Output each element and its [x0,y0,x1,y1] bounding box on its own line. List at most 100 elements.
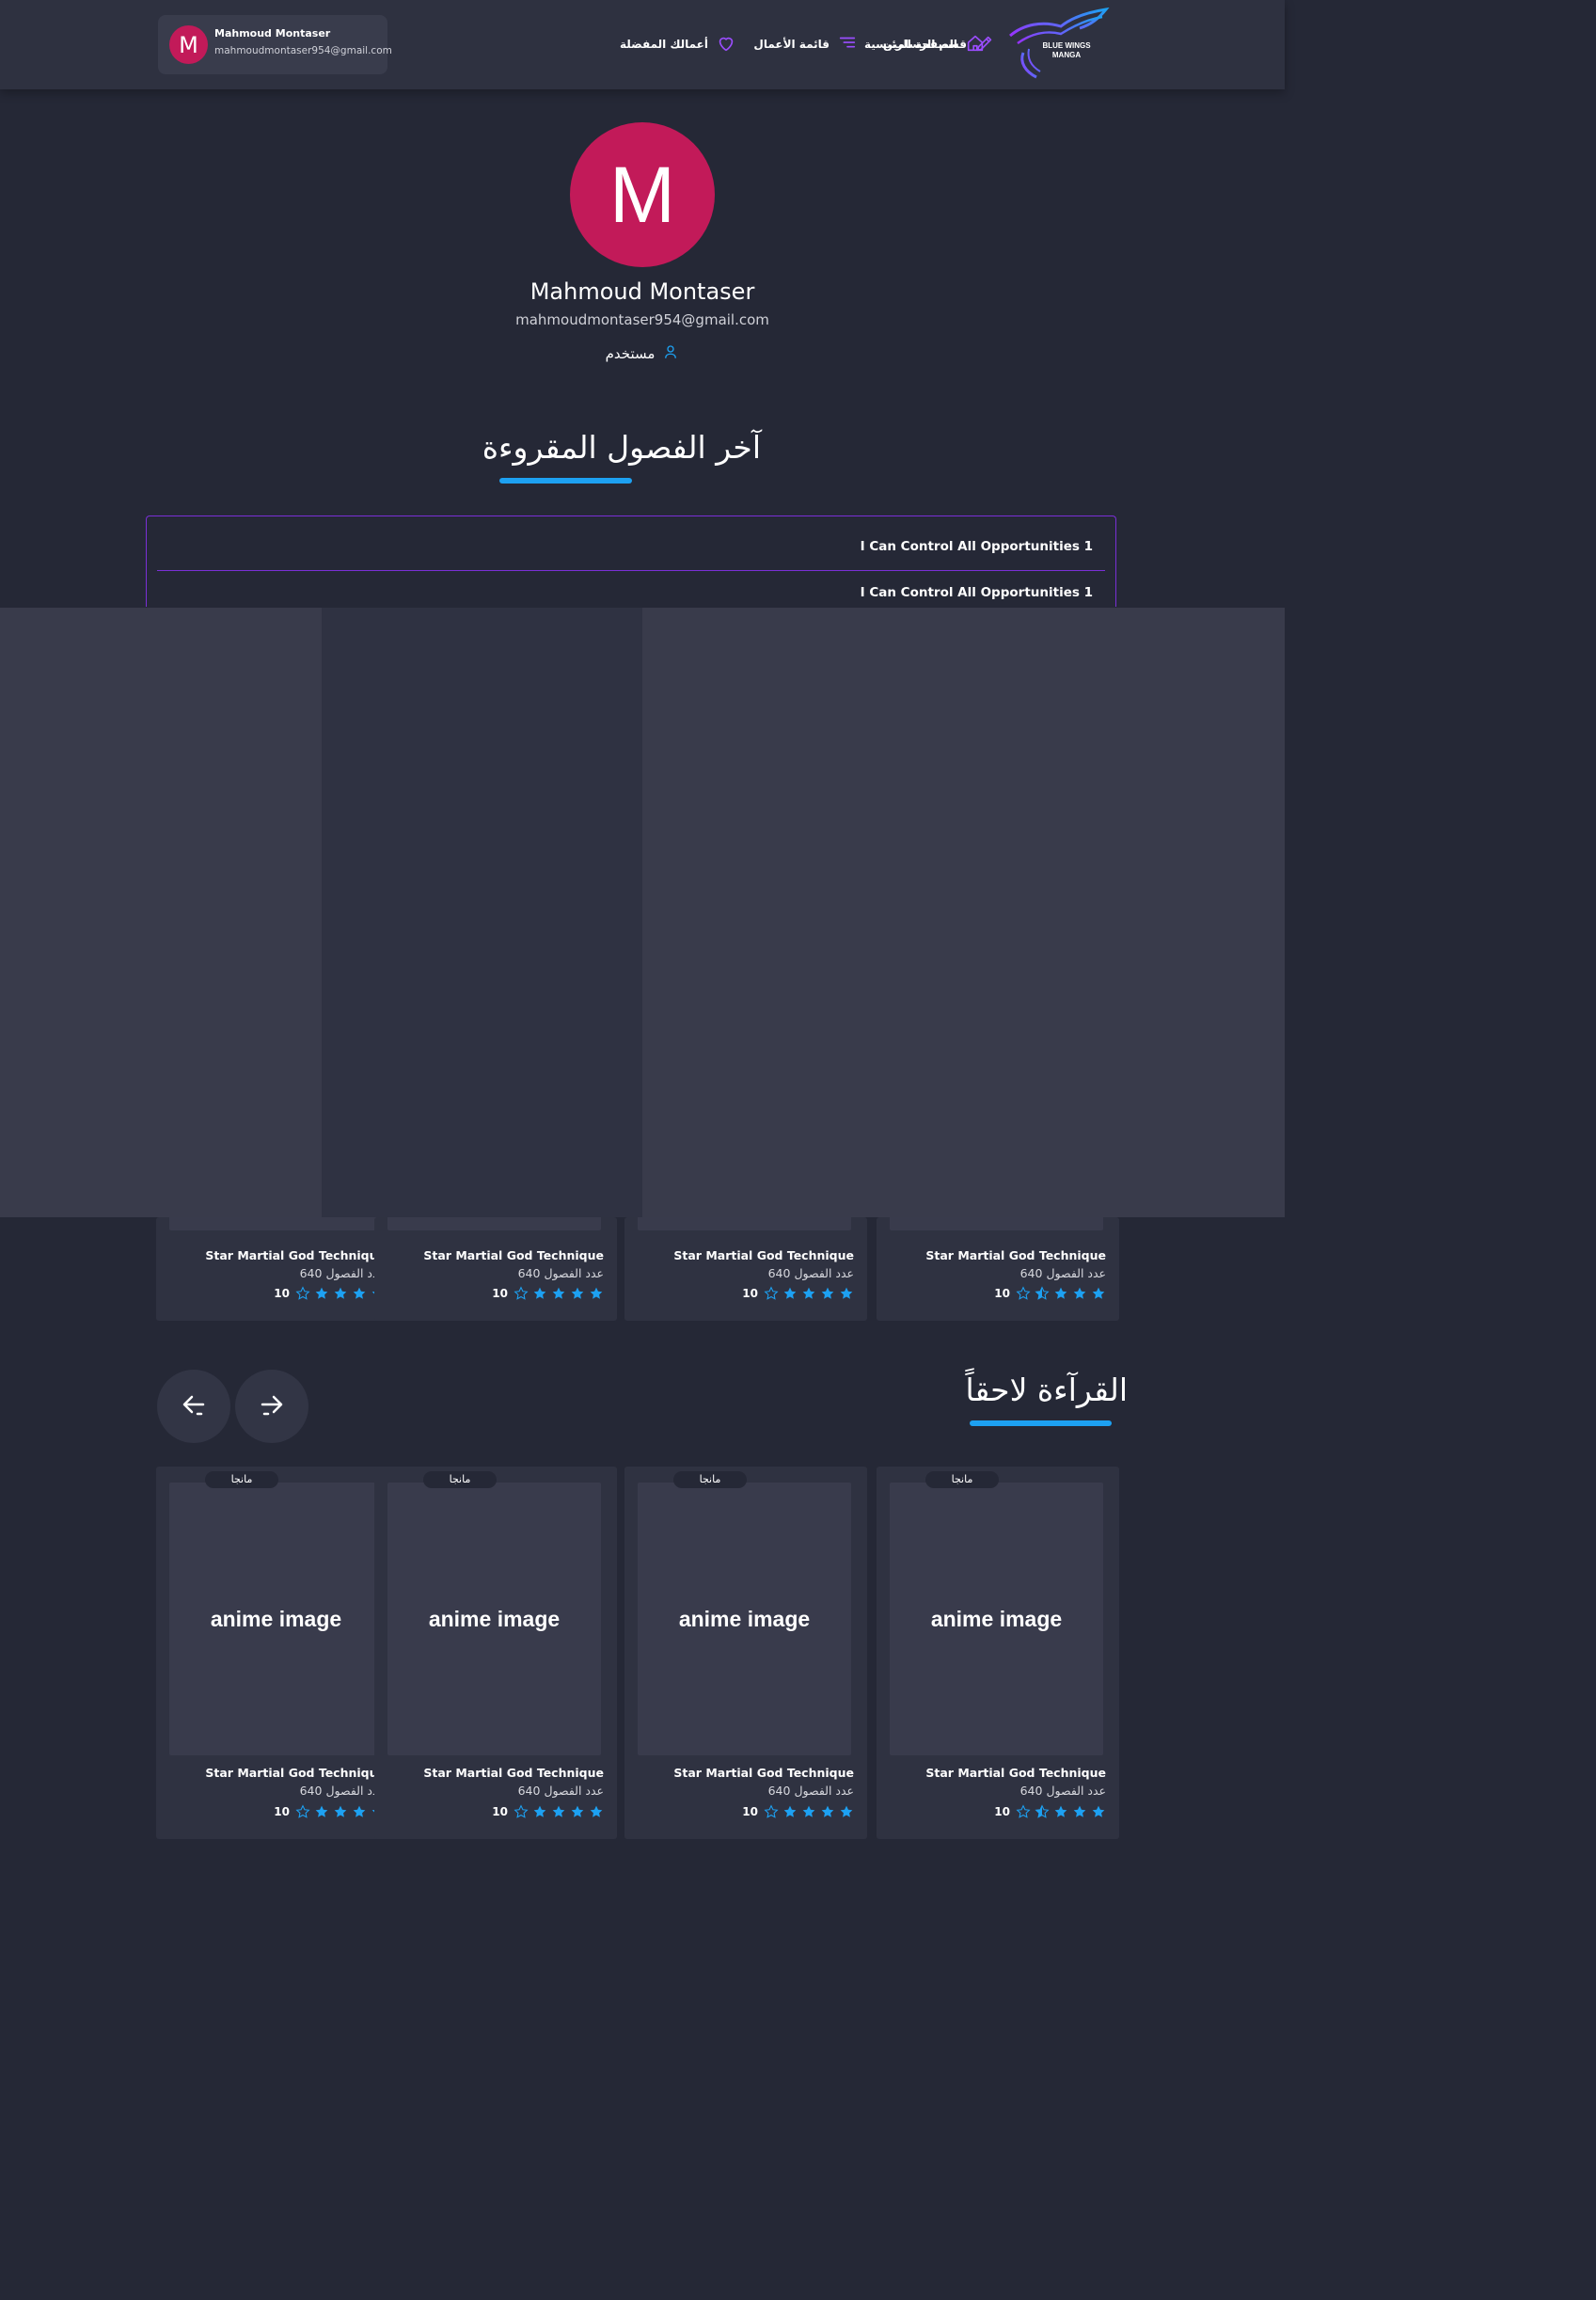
star-icon [589,1286,604,1301]
loading-skeleton [0,608,322,1217]
rating-value: 10 [994,1287,1010,1300]
chapter-divider [157,570,1105,571]
star-icon [1035,1286,1050,1301]
last-read-chapter-1[interactable]: I Can Control All Opportunities 1 [861,539,1093,554]
user-avatar: M [169,25,208,64]
manga-title: Star Martial God Technique [205,1766,386,1780]
profile-avatar: M [570,122,715,267]
read-later-heading: القرآءة لاحقاً [965,1372,1128,1408]
manga-title: Star Martial God Technique [673,1248,854,1262]
site-logo[interactable]: BLUE WINGS MANGA [1004,7,1110,81]
manga-card[interactable]: anime image مانجا Star Martial God Techn… [374,1467,617,1839]
profile-name: Mahmoud Montaser [529,278,755,305]
last-read-chapter-2[interactable]: I Can Control All Opportunities 1 [861,585,1093,600]
rating-stars: 10 [742,1804,854,1819]
nav-works-list-label: قائمة الأعمال [753,38,830,51]
next-button[interactable] [235,1370,308,1443]
loading-skeleton [642,608,963,1217]
rating-value: 10 [492,1805,508,1818]
manga-card[interactable]: Star Martial God Technique عدد الفصول 64… [624,1208,867,1321]
star-icon [801,1804,816,1819]
star-icon [589,1804,604,1819]
rating-value: 10 [274,1805,290,1818]
rating-stars: 10 [274,1804,386,1819]
chapter-count: عدد الفصول 640 [767,1266,854,1280]
star-icon [333,1286,348,1301]
star-icon [782,1286,798,1301]
loading-skeleton [963,608,1285,1217]
anime-image: anime image [169,1483,383,1755]
user-email: mahmoudmontaser954@gmail.com [214,45,392,56]
star-icon [551,1804,566,1819]
nav-home-label: الصفحة الرئيسية [863,38,957,51]
rating-value: 10 [492,1287,508,1300]
star-icon [1091,1286,1106,1301]
profile-role-label: مستخدم [605,345,656,362]
star-icon [352,1804,367,1819]
user-name: Mahmoud Montaser [214,27,331,40]
star-icon [314,1804,329,1819]
loading-skeleton [322,608,642,1217]
heart-icon [716,33,736,56]
star-icon [570,1804,585,1819]
star-icon [1016,1804,1031,1819]
list-icon [837,33,858,56]
rating-stars: 10 [492,1804,604,1819]
star-icon [820,1286,835,1301]
star-icon [1091,1804,1106,1819]
last-read-heading: آخر الفصول المقروءة [482,429,761,466]
star-icon [764,1286,779,1301]
star-icon [1053,1286,1068,1301]
star-icon [801,1286,816,1301]
prev-button[interactable] [157,1370,230,1443]
nav-works-list[interactable]: قائمة الأعمال [753,32,858,56]
profile-role: مستخدم [548,343,736,364]
manga-card[interactable]: anime image مانجا Star Martial God Techn… [624,1467,867,1839]
manga-card[interactable]: anime image مانجا Star Martial God Techn… [156,1467,399,1839]
read-later-heading-underline [970,1420,1112,1426]
type-badge: مانجا [925,1471,999,1488]
manga-card[interactable]: Star Martial God Technique عدد الفصول 64… [877,1208,1119,1321]
star-icon [295,1804,310,1819]
chapter-count: عدد الفصول 640 [299,1266,386,1280]
chapter-count: عدد الفصول 640 [1019,1266,1106,1280]
star-icon [782,1804,798,1819]
manga-card[interactable]: anime image مانجا Star Martial God Techn… [877,1467,1119,1839]
chapter-count: عدد الفصول 640 [517,1266,604,1280]
rating-stars: 10 [742,1286,854,1301]
star-icon [839,1286,854,1301]
anime-image: anime image [890,1483,1103,1755]
rating-stars: 10 [492,1286,604,1301]
type-badge: مانجا [673,1471,747,1488]
type-badge: مانجا [205,1471,278,1488]
star-icon [839,1804,854,1819]
star-icon [551,1286,566,1301]
manga-title: Star Martial God Technique [205,1248,386,1262]
star-icon [1072,1804,1087,1819]
manga-title: Star Martial God Technique [423,1766,604,1780]
nav-favorites[interactable]: أعمالك المفضلة [620,32,736,56]
star-icon [764,1804,779,1819]
nav-home[interactable]: الصفحة الرئيسية [864,32,986,56]
arrow-right-icon [253,1386,291,1427]
star-icon [314,1286,329,1301]
svg-text:BLUE WINGS: BLUE WINGS [1042,41,1091,50]
manga-card[interactable]: Star Martial God Technique عدد الفصول 64… [374,1208,617,1321]
star-icon [820,1804,835,1819]
rating-value: 10 [742,1287,758,1300]
user-menu[interactable]: M Mahmoud Montaser mahmoudmontaser954@gm… [158,15,392,74]
rating-stars: 10 [994,1286,1106,1301]
last-read-list: I Can Control All Opportunities 1 I Can … [146,516,1116,607]
star-icon [1053,1804,1068,1819]
star-icon [333,1804,348,1819]
svg-text:MANGA: MANGA [1052,51,1081,59]
rating-value: 10 [742,1805,758,1818]
chapter-count: عدد الفصول 640 [1019,1784,1106,1798]
manga-card[interactable]: Star Martial God Technique عدد الفصول 64… [156,1208,399,1321]
manga-title: Star Martial God Technique [423,1248,604,1262]
manga-title: Star Martial God Technique [925,1766,1106,1780]
star-icon [1016,1286,1031,1301]
anime-image: anime image [638,1483,851,1755]
rating-value: 10 [994,1805,1010,1818]
star-icon [514,1804,529,1819]
